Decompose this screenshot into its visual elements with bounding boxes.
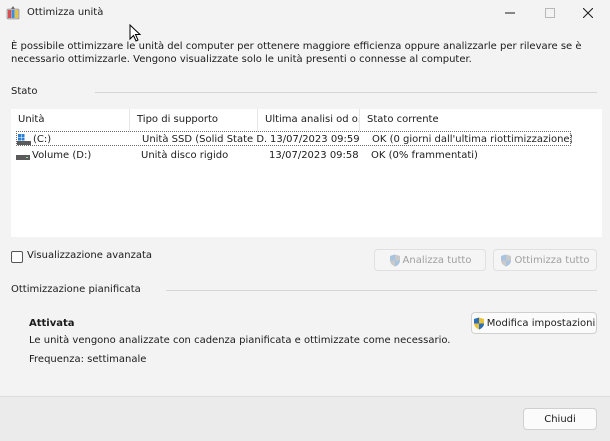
status-section-divider [95,92,597,93]
close-icon [583,8,593,18]
drive-last-run: 13/07/2023 09:58 [269,150,359,161]
status-section-label: Stato [11,86,38,97]
scheduled-section-label: Ottimizzazione pianificata [11,284,141,295]
advanced-view-checkbox[interactable] [11,251,23,263]
maximize-button[interactable] [530,0,570,26]
column-header-drive[interactable]: Unità [11,109,130,131]
drive-media-type: Unità disco rigido [141,150,229,161]
analyze-all-label: Analizza tutto [402,254,472,266]
scheduled-state: Attivata [29,318,75,329]
scheduled-frequency: Frequenza: settimanale [29,354,147,365]
drive-media-type: Unità SSD (Solid State D... [142,134,266,145]
drive-name: Volume (D:) [32,150,92,161]
optimize-drives-window: Ottimizza unità È possibile ottimizzare … [0,0,610,441]
analyze-all-button[interactable]: Analizza tutto [374,249,486,271]
footer-bar [0,396,610,441]
close-button[interactable]: Chiudi [523,408,597,430]
scheduled-description: Le unità vengono analizzate con cadenza … [29,335,451,346]
defrag-app-icon [6,6,20,20]
table-row-drive-d[interactable]: Volume (D:) Unità disco rigido 13/07/202… [16,148,571,163]
close-label: Chiudi [544,413,576,425]
drive-name: (C:) [33,134,52,145]
table-row-drive-c[interactable]: (C:) Unità SSD (Solid State D... 13/07/2… [16,131,572,146]
minimize-button[interactable] [490,0,530,26]
change-settings-label: Modifica impostazioni [486,317,596,329]
column-header-last-run[interactable]: Ultima analisi od o... [258,109,360,131]
uac-shield-icon [473,317,484,329]
column-header-current-status[interactable]: Stato corrente [360,109,602,131]
scheduled-section-divider [166,290,597,291]
close-window-button[interactable] [568,0,608,26]
drive-status: OK (0 giorni dall'ultima riottimizzazion… [372,134,572,145]
drive-status: OK (0% frammentati) [371,150,478,161]
advanced-view-label[interactable]: Visualizzazione avanzata [27,250,152,261]
column-header-media-type[interactable]: Tipo di supporto [130,109,258,131]
maximize-icon [545,8,555,18]
windows-drive-icon [17,134,31,145]
window-title: Ottimizza unità [27,7,104,18]
drives-table[interactable]: Unità Tipo di supporto Ultima analisi od… [11,109,602,237]
optimize-all-label: Ottimizza tutto [514,254,590,266]
uac-shield-icon [389,254,400,266]
drive-last-run: 13/07/2023 09:59 [270,134,360,145]
uac-shield-icon [501,254,512,266]
minimize-icon [505,12,515,14]
title-bar[interactable]: Ottimizza unità [0,0,610,26]
hard-drive-icon [16,155,30,160]
optimize-all-button[interactable]: Ottimizza tutto [493,249,597,271]
intro-text: È possibile ottimizzare le unità del com… [11,41,582,65]
change-settings-button[interactable]: Modifica impostazioni [471,312,597,334]
